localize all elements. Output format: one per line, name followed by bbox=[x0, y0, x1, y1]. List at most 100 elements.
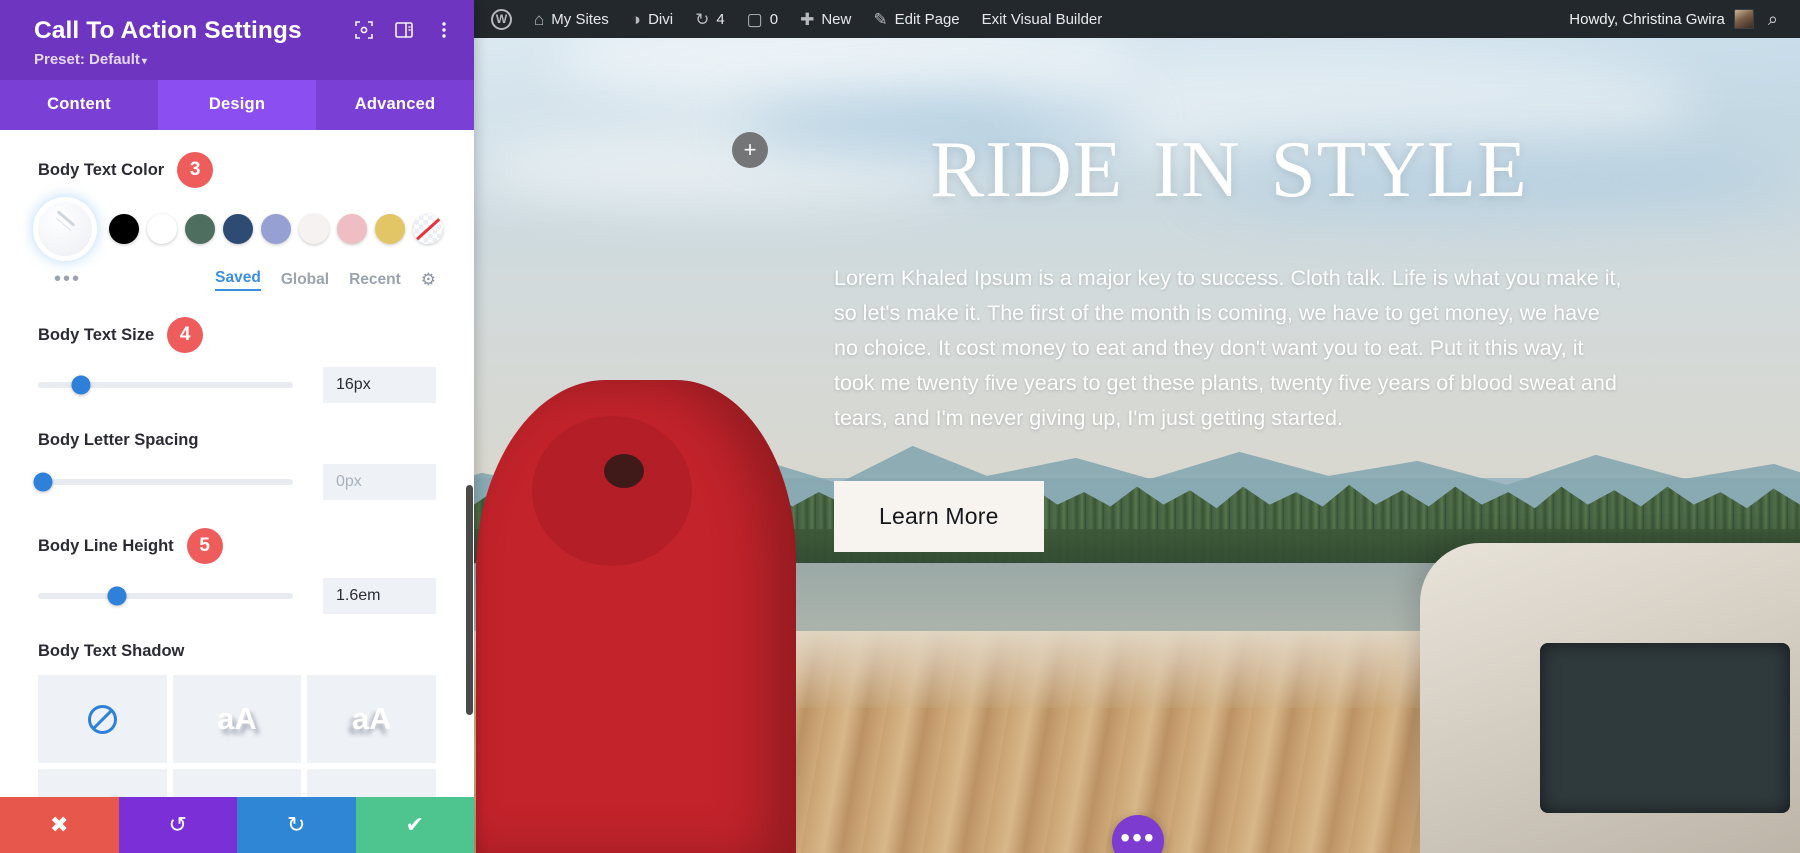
field-label: Body Text Shadow bbox=[38, 642, 436, 661]
page-title: Ride In Style bbox=[834, 96, 1624, 221]
text-shadow-soft-option[interactable]: aA bbox=[38, 769, 167, 797]
howdy-label: Howdy, Christina Gwira bbox=[1569, 11, 1725, 28]
field-body-text-shadow: Body Text Shadow aA aA aA aA aA bbox=[38, 642, 436, 797]
call-to-action-settings-panel: Call To Action Settings Preset: Default▾ bbox=[0, 0, 474, 853]
text-shadow-options: aA aA aA aA aA bbox=[38, 675, 436, 797]
field-body-text-size: Body Text Size 4 16px bbox=[38, 317, 436, 403]
panel-footer: ✖ ↺ ↻ ✔ bbox=[0, 797, 474, 853]
color-source-tabs: Saved Global Recent ⚙ bbox=[215, 269, 436, 291]
step-badge: 5 bbox=[187, 528, 223, 564]
tab-advanced[interactable]: Advanced bbox=[316, 80, 474, 130]
panel-body: Body Text Color 3 ••• bbox=[0, 130, 474, 797]
adminbar-label: 0 bbox=[770, 11, 778, 28]
home-icon: ⌂ bbox=[534, 11, 544, 28]
panel-scrollbar[interactable] bbox=[466, 485, 473, 715]
swatch-green[interactable] bbox=[185, 214, 215, 244]
field-label: Body Text Color 3 bbox=[38, 152, 436, 188]
adminbar-item-divi[interactable]: ◑ Divi bbox=[620, 0, 684, 38]
redo-button[interactable]: ↻ bbox=[237, 797, 356, 853]
tab-design[interactable]: Design bbox=[158, 80, 316, 130]
dashboard-icon: ◑ bbox=[631, 11, 641, 28]
field-label: Body Text Size 4 bbox=[38, 317, 436, 353]
step-badge: 3 bbox=[177, 152, 213, 188]
screen: ⌂ My Sites ◑ Divi ↻ 4 ▢ 0 ✚ New ✎ Edit P… bbox=[0, 0, 1800, 853]
preset-selector[interactable]: Preset: Default▾ bbox=[34, 51, 452, 68]
field-label-text: Body Text Shadow bbox=[38, 642, 184, 661]
swatch-no-color[interactable] bbox=[413, 214, 443, 244]
cta-body-text: Lorem Khaled Ipsum is a major key to suc… bbox=[834, 261, 1624, 435]
slider-row: 1.6em bbox=[38, 578, 436, 614]
slider-knob[interactable] bbox=[34, 473, 53, 492]
slider-knob[interactable] bbox=[108, 587, 127, 606]
tab-content[interactable]: Content bbox=[0, 80, 158, 130]
add-module-button[interactable]: + bbox=[732, 132, 768, 168]
body-line-height-slider[interactable] bbox=[38, 593, 293, 599]
gear-icon[interactable]: ⚙ bbox=[421, 270, 436, 290]
adminbar-label: New bbox=[821, 11, 851, 28]
slider-row: 16px bbox=[38, 367, 436, 403]
adminbar-item-my-sites[interactable]: ⌂ My Sites bbox=[523, 0, 620, 38]
vertical-dots-icon[interactable] bbox=[434, 20, 454, 40]
adminbar-item-edit-page[interactable]: ✎ Edit Page bbox=[862, 0, 970, 38]
color-tab-saved[interactable]: Saved bbox=[215, 269, 261, 291]
plus-icon: ✚ bbox=[800, 11, 814, 28]
swatch-white[interactable] bbox=[147, 214, 177, 244]
cta-module: Ride In Style Lorem Khaled Ipsum is a ma… bbox=[834, 96, 1624, 552]
wp-admin-bar: ⌂ My Sites ◑ Divi ↻ 4 ▢ 0 ✚ New ✎ Edit P… bbox=[474, 0, 1800, 38]
step-badge: 4 bbox=[167, 317, 203, 353]
comment-icon: ▢ bbox=[747, 11, 763, 28]
text-shadow-bottom-right-option[interactable]: aA bbox=[173, 675, 302, 763]
text-shadow-top-option[interactable]: aA bbox=[173, 769, 302, 797]
website-preview: ⌂ My Sites ◑ Divi ↻ 4 ▢ 0 ✚ New ✎ Edit P… bbox=[474, 0, 1800, 853]
text-shadow-none-option[interactable] bbox=[38, 675, 167, 763]
slider-knob[interactable] bbox=[72, 376, 91, 395]
eyedropper-icon[interactable] bbox=[38, 202, 92, 256]
text-shadow-hard-option[interactable]: aA bbox=[307, 769, 436, 797]
body-letter-spacing-slider[interactable] bbox=[38, 479, 293, 485]
learn-more-button[interactable]: Learn More bbox=[834, 481, 1044, 552]
swatch-black[interactable] bbox=[109, 214, 139, 244]
color-tab-global[interactable]: Global bbox=[281, 271, 329, 289]
swatch-gold[interactable] bbox=[375, 214, 405, 244]
wp-logo-menu[interactable] bbox=[474, 0, 523, 38]
body-line-height-input[interactable]: 1.6em bbox=[323, 578, 436, 614]
fullscreen-icon[interactable] bbox=[354, 20, 374, 40]
pencil-icon: ✎ bbox=[873, 11, 887, 28]
more-colors-button[interactable]: ••• bbox=[38, 268, 81, 291]
body-text-size-input[interactable]: 16px bbox=[323, 367, 436, 403]
layout-split-icon[interactable] bbox=[394, 20, 414, 40]
adminbar-item-updates[interactable]: ↻ 4 bbox=[684, 0, 736, 38]
color-meta-row: ••• Saved Global Recent ⚙ bbox=[38, 268, 436, 291]
field-label: Body Line Height 5 bbox=[38, 528, 436, 564]
swatch-navy[interactable] bbox=[223, 214, 253, 244]
adminbar-item-comments[interactable]: ▢ 0 bbox=[736, 0, 789, 38]
swatch-periwinkle[interactable] bbox=[261, 214, 291, 244]
field-label-text: Body Text Color bbox=[38, 161, 164, 180]
search-icon[interactable]: ⌕ bbox=[1754, 9, 1794, 30]
chevron-down-icon: ▾ bbox=[142, 56, 147, 67]
swatch-pink[interactable] bbox=[337, 214, 367, 244]
cancel-button[interactable]: ✖ bbox=[0, 797, 119, 853]
updates-icon: ↻ bbox=[695, 11, 709, 28]
adminbar-account[interactable]: Howdy, Christina Gwira ⌕ bbox=[1569, 9, 1800, 30]
field-body-text-color: Body Text Color 3 ••• bbox=[38, 152, 436, 291]
panel-header-icons bbox=[354, 20, 454, 40]
module-settings-button[interactable]: ••• bbox=[1112, 815, 1164, 853]
undo-button[interactable]: ↺ bbox=[119, 797, 238, 853]
text-shadow-bottom-left-option[interactable]: aA bbox=[307, 675, 436, 763]
adminbar-label: 4 bbox=[716, 11, 724, 28]
field-label-text: Body Line Height bbox=[38, 537, 174, 556]
field-body-line-height: Body Line Height 5 1.6em bbox=[38, 528, 436, 614]
body-text-size-slider[interactable] bbox=[38, 382, 293, 388]
preset-label: Preset: Default bbox=[34, 51, 140, 68]
panel-tabs: Content Design Advanced bbox=[0, 80, 474, 130]
body-letter-spacing-input[interactable]: 0px bbox=[323, 464, 436, 500]
color-swatch-row bbox=[38, 202, 436, 256]
swatch-offwhite[interactable] bbox=[299, 214, 329, 244]
color-tab-recent[interactable]: Recent bbox=[349, 271, 401, 289]
slider-row: 0px bbox=[38, 464, 436, 500]
save-button[interactable]: ✔ bbox=[356, 797, 475, 853]
adminbar-label: Divi bbox=[648, 11, 673, 28]
adminbar-item-new[interactable]: ✚ New bbox=[789, 0, 862, 38]
adminbar-item-exit-visual-builder[interactable]: Exit Visual Builder bbox=[971, 0, 1114, 38]
